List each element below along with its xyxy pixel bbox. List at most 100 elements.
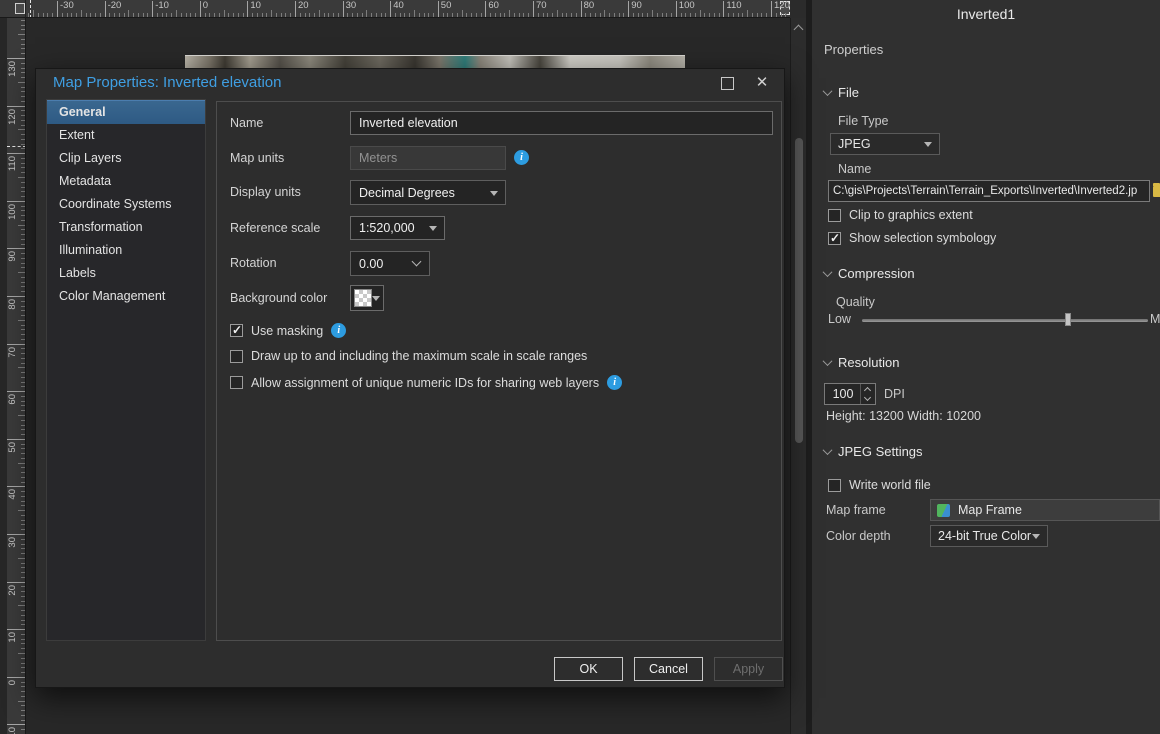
sidebar-item-extent[interactable]: Extent (47, 124, 205, 147)
file-type-value: JPEG (838, 137, 871, 151)
world-file-checkbox[interactable] (828, 479, 841, 492)
draw-max-scale-checkbox[interactable] (230, 350, 243, 363)
sidebar-item-coordinate-systems[interactable]: Coordinate Systems (47, 193, 205, 216)
chevron-down-icon (823, 267, 833, 277)
map-name-input[interactable]: Inverted elevation (350, 111, 773, 135)
reference-scale-combobox[interactable]: 1:520,000 (350, 216, 445, 240)
dropdown-arrow-icon (1032, 534, 1040, 539)
dialog-title: Map Properties: Inverted elevation (53, 69, 281, 97)
map-units-value: Meters (359, 151, 397, 165)
dialog-sidebar: General Extent Clip Layers Metadata Coor… (46, 99, 206, 641)
sidebar-item-illumination[interactable]: Illumination (47, 239, 205, 262)
unique-ids-row: Allow assignment of unique numeric IDs f… (230, 375, 622, 390)
dropdown-arrow-icon (490, 191, 498, 196)
resolution-section-label: Resolution (838, 355, 899, 370)
export-pane: Inverted1 Properties File File Type JPEG… (812, 0, 1160, 734)
general-settings-panel: Name Inverted elevation Map units Meters… (216, 101, 782, 641)
map-frame-select[interactable]: Map Frame (930, 499, 1160, 521)
rotation-combobox[interactable]: 0.00 (350, 251, 430, 276)
spinner-arrows[interactable] (860, 384, 875, 404)
resolution-section-header[interactable]: Resolution (824, 355, 899, 370)
map-preview-strip (185, 55, 685, 69)
use-masking-checkbox[interactable] (230, 324, 243, 337)
color-depth-value: 24-bit True Color (938, 529, 1031, 543)
dialog-titlebar[interactable]: Map Properties: Inverted elevation ✕ (36, 69, 784, 97)
selection-symbology-label: Show selection symbology (849, 231, 996, 245)
chevron-down-icon (823, 356, 833, 366)
map-properties-dialog: Map Properties: Inverted elevation ✕ Gen… (35, 68, 785, 688)
clip-graphics-checkbox[interactable] (828, 209, 841, 222)
sidebar-item-labels[interactable]: Labels (47, 262, 205, 285)
left-gutter (0, 18, 7, 734)
reference-scale-label: Reference scale (230, 216, 320, 240)
use-masking-row: Use masking i (230, 323, 346, 338)
arcgis-pro-window: -30-20-100102030405060708090100110120 13… (0, 0, 1160, 734)
jpeg-settings-section-label: JPEG Settings (838, 444, 923, 459)
vertical-scrollbar[interactable] (790, 18, 806, 734)
compression-section-header[interactable]: Compression (824, 266, 915, 281)
color-depth-label: Color depth (826, 529, 891, 543)
draw-max-scale-label: Draw up to and including the maximum sca… (251, 349, 587, 363)
sidebar-item-general[interactable]: General (47, 100, 205, 124)
dpi-value: 100 (825, 384, 861, 404)
color-depth-select[interactable]: 24-bit True Color (930, 525, 1048, 547)
properties-heading: Properties (824, 42, 883, 57)
unique-ids-checkbox[interactable] (230, 376, 243, 389)
scroll-up-icon[interactable] (794, 25, 804, 35)
background-color-label: Background color (230, 285, 327, 311)
dpi-unit-label: DPI (884, 387, 905, 401)
ruler-origin-marker (30, 0, 31, 18)
jpeg-settings-section-header[interactable]: JPEG Settings (824, 444, 923, 459)
unique-ids-info-icon[interactable]: i (607, 375, 622, 390)
chevron-down-icon (823, 86, 833, 96)
display-units-value: Decimal Degrees (359, 186, 455, 200)
ruler-horizontal: -30-20-100102030405060708090100110120 (26, 0, 790, 18)
background-color-picker[interactable] (350, 285, 384, 311)
sidebar-item-transformation[interactable]: Transformation (47, 216, 205, 239)
selection-symbology-checkbox[interactable] (828, 232, 841, 245)
quality-slider-track[interactable] (862, 319, 1148, 322)
file-section-header[interactable]: File (824, 85, 859, 100)
browse-folder-icon[interactable] (1153, 186, 1160, 197)
map-name-value: Inverted elevation (359, 116, 458, 130)
maximize-icon[interactable] (721, 77, 734, 90)
map-frame-value: Map Frame (958, 503, 1022, 517)
sidebar-item-metadata[interactable]: Metadata (47, 170, 205, 193)
ruler-corner (0, 0, 26, 18)
use-masking-label: Use masking (251, 324, 323, 338)
display-units-select[interactable]: Decimal Degrees (350, 180, 506, 205)
quality-slider-thumb[interactable] (1065, 313, 1071, 326)
ruler-origin-icon (15, 3, 25, 14)
clip-graphics-row: Clip to graphics extent (828, 208, 973, 222)
sidebar-item-color-management[interactable]: Color Management (47, 285, 205, 308)
clip-graphics-label: Clip to graphics extent (849, 208, 973, 222)
dpi-spinner[interactable]: 100 (824, 383, 876, 405)
reference-scale-value: 1:520,000 (359, 221, 415, 235)
scrollbar-thumb[interactable] (795, 138, 803, 443)
spin-down-icon[interactable] (864, 394, 871, 401)
ruler-cursor-marker-vertical (7, 146, 26, 147)
output-dimensions-label: Height: 13200 Width: 10200 (826, 409, 981, 423)
ok-button[interactable]: OK (554, 657, 623, 681)
dropdown-arrow-icon (372, 296, 380, 301)
world-file-label: Write world file (849, 478, 931, 492)
display-units-label: Display units (230, 180, 301, 205)
map-units-label: Map units (230, 146, 284, 170)
close-icon[interactable]: ✕ (754, 75, 770, 91)
file-section-label: File (838, 85, 859, 100)
world-file-row: Write world file (828, 478, 931, 492)
cancel-button[interactable]: Cancel (634, 657, 703, 681)
export-item-title: Inverted1 (812, 6, 1160, 22)
quality-min-label: Low (828, 312, 851, 326)
chevron-down-icon (412, 256, 422, 266)
file-type-select[interactable]: JPEG (830, 133, 940, 155)
map-frame-label: Map frame (826, 503, 886, 517)
quality-max-label: Max (1150, 312, 1160, 326)
use-masking-info-icon[interactable]: i (331, 323, 346, 338)
map-units-info-icon[interactable]: i (514, 150, 529, 165)
quality-label: Quality (836, 295, 875, 309)
map-frame-icon (937, 504, 950, 517)
sidebar-item-clip-layers[interactable]: Clip Layers (47, 147, 205, 170)
output-path-input[interactable]: C:\gis\Projects\Terrain\Terrain_Exports\… (828, 180, 1150, 202)
dropdown-arrow-icon (429, 226, 437, 231)
